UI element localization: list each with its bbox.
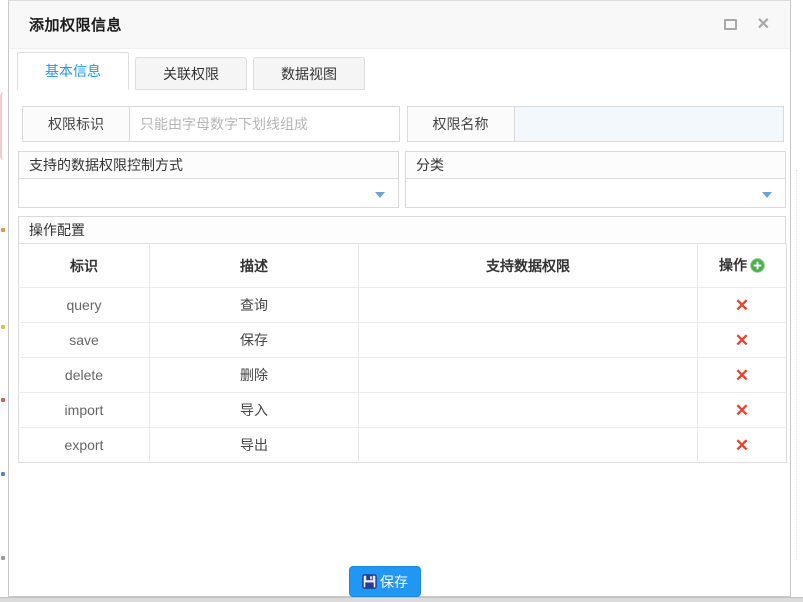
op-desc-cell: 导出 [150,428,359,463]
dialog-titlebar: 添加权限信息 ✕ [9,1,790,49]
op-id: query [66,297,101,313]
background-panel-edge [0,92,5,160]
maximize-button[interactable] [724,19,737,30]
op-desc: 导出 [240,437,268,453]
chevron-down-icon [762,192,772,198]
background-speck [1,472,5,476]
header-action-label: 操作 [719,257,747,273]
background-speck [1,556,5,560]
data-permission-mode-select[interactable] [18,178,399,208]
op-desc-cell: 导入 [150,393,359,428]
op-desc: 查询 [240,297,268,313]
table-row: save 保存 ✕ [19,323,787,358]
chevron-down-icon [375,192,385,198]
op-id: import [65,402,104,418]
header-id: 标识 [19,244,150,288]
tab-basic-info[interactable]: 基本信息 [17,52,129,90]
add-circle-icon [750,258,765,273]
table-row: import 导入 ✕ [19,393,787,428]
background-speck [1,398,5,402]
header-desc: 描述 [150,244,359,288]
delete-row-button[interactable]: ✕ [731,402,753,419]
window-controls: ✕ [724,17,770,33]
op-action-cell: ✕ [698,393,787,428]
permission-name-input[interactable] [515,106,785,142]
op-desc-cell: 保存 [150,323,359,358]
table-header-row: 标识 描述 支持数据权限 操作 [19,244,787,288]
data-permission-mode-label: 支持的数据权限控制方式 [18,151,399,179]
delete-icon: ✕ [735,436,749,455]
operation-table-body: query 查询 ✕ save 保存 ✕ delete 删除 ✕ import … [19,288,787,463]
background-page-bottom [0,597,803,602]
delete-row-button[interactable]: ✕ [731,367,753,384]
op-id: export [65,437,104,453]
delete-icon: ✕ [735,331,749,350]
op-id: delete [65,367,103,383]
op-id-cell: import [19,393,150,428]
background-speck [1,325,5,329]
op-id: save [69,332,99,348]
op-data-permission-cell [359,428,698,463]
permission-id-label: 权限标识 [22,106,130,142]
select-fields-row: 支持的数据权限控制方式 分类 [18,151,786,208]
table-row: query 查询 ✕ [19,288,787,323]
delete-row-button[interactable]: ✕ [731,437,753,454]
op-id-cell: export [19,428,150,463]
delete-icon: ✕ [735,401,749,420]
tab-bar: 基本信息 关联权限 数据视图 [9,49,790,90]
op-desc: 保存 [240,332,268,348]
permission-id-group: 权限标识 [22,106,400,142]
op-id-cell: query [19,288,150,323]
tab-related-permissions[interactable]: 关联权限 [135,57,247,90]
table-row: export 导出 ✕ [19,428,787,463]
op-action-cell: ✕ [698,323,787,358]
save-icon [362,574,377,589]
op-data-permission-cell [359,288,698,323]
tab-data-view[interactable]: 数据视图 [253,57,365,90]
delete-row-button[interactable]: ✕ [731,332,753,349]
op-desc-cell: 删除 [150,358,359,393]
op-data-permission-cell [359,393,698,428]
save-button-label: 保存 [380,572,408,592]
op-desc-cell: 查询 [150,288,359,323]
close-button[interactable]: ✕ [757,17,770,33]
category-group: 分类 [405,151,786,208]
category-select[interactable] [405,178,786,208]
op-action-cell: ✕ [698,358,787,393]
permission-name-label: 权限名称 [407,106,515,142]
close-icon: ✕ [757,17,770,33]
table-row: delete 删除 ✕ [19,358,787,393]
op-desc: 删除 [240,367,268,383]
tab-label: 关联权限 [163,64,219,84]
op-action-cell: ✕ [698,428,787,463]
operation-config-title: 操作配置 [29,220,85,240]
add-operation-button[interactable] [750,258,765,276]
tab-label: 基本信息 [45,61,101,81]
op-data-permission-cell [359,358,698,393]
operation-config-header: 操作配置 [18,216,786,244]
op-desc: 导入 [240,402,268,418]
op-id-cell: save [19,323,150,358]
op-action-cell: ✕ [698,288,787,323]
delete-icon: ✕ [735,366,749,385]
background-scroll-edge [796,170,797,560]
header-data-permission: 支持数据权限 [359,244,698,288]
tab-label: 数据视图 [281,64,337,84]
background-speck [1,228,5,232]
text-fields-row: 权限标识 权限名称 [22,106,784,142]
save-button[interactable]: 保存 [349,566,421,597]
delete-icon: ✕ [735,296,749,315]
dialog-title: 添加权限信息 [29,14,122,35]
op-id-cell: delete [19,358,150,393]
add-permission-dialog: 添加权限信息 ✕ 基本信息 关联权限 数据视图 权限标识 权限名称 [8,0,791,597]
permission-name-group: 权限名称 [407,106,785,142]
category-label: 分类 [405,151,786,179]
header-action: 操作 [698,244,787,288]
delete-row-button[interactable]: ✕ [731,297,753,314]
data-permission-mode-group: 支持的数据权限控制方式 [18,151,399,208]
permission-id-input[interactable] [130,106,400,142]
maximize-icon [724,19,737,30]
operation-table: 标识 描述 支持数据权限 操作 query 查询 ✕ save 保存 ✕ del… [18,243,787,463]
op-data-permission-cell [359,323,698,358]
